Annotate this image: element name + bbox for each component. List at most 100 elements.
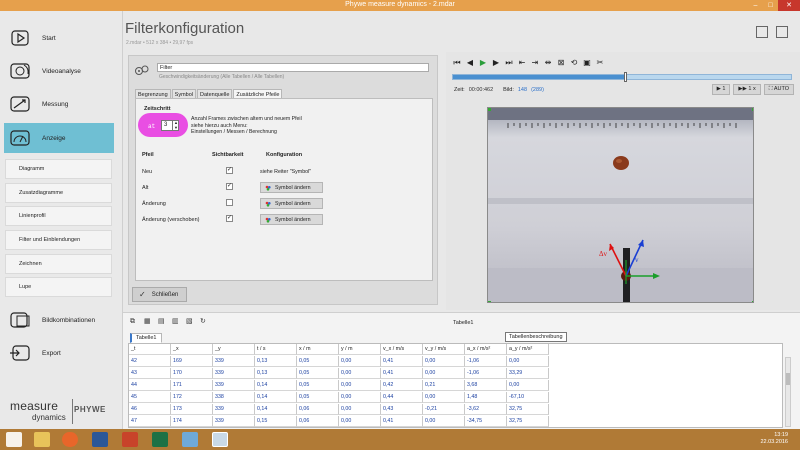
table-cell[interactable]: -67,10	[507, 392, 549, 403]
step-forward-icon[interactable]: ▶	[491, 58, 501, 67]
sidebar-item-messung[interactable]: Messung	[4, 89, 114, 119]
speed-button[interactable]: ▶▶ 1 x	[733, 84, 761, 95]
table-cell[interactable]: 33,29	[507, 368, 549, 379]
table-cell[interactable]: 0,06	[297, 416, 339, 427]
column-header[interactable]: y / m	[339, 344, 381, 355]
table-cell[interactable]: 0,05	[297, 392, 339, 403]
table-cell[interactable]: 0,15	[255, 416, 297, 427]
clear-range-icon[interactable]: ⊠	[556, 58, 566, 67]
table-cell[interactable]: 1,48	[465, 392, 507, 403]
range-icon[interactable]: ⇹	[543, 58, 553, 67]
powerpoint-icon[interactable]	[122, 432, 138, 447]
table-cell[interactable]: 339	[213, 416, 255, 427]
column-header[interactable]: _x	[171, 344, 213, 355]
mark-start-icon[interactable]: ⇤	[517, 58, 527, 67]
tab-zusaetzliche-pfeile[interactable]: Zusätzliche Pfeile	[233, 89, 283, 98]
table-cell[interactable]: 0,42	[381, 380, 423, 391]
close-panel-button[interactable]: ✓ Schließen	[132, 287, 187, 302]
video-frame[interactable]: Δv v	[487, 107, 754, 303]
table-cell[interactable]: 0,41	[381, 416, 423, 427]
subitem-filter-und-einblendungen[interactable]: Filter und Einblendungen	[5, 230, 112, 250]
maximize-button[interactable]: □	[763, 0, 778, 11]
refresh-icon[interactable]: ↻	[200, 318, 209, 326]
table-cell[interactable]: -1,06	[465, 368, 507, 379]
table-row[interactable]: 42 169 339 0,13 0,05 0,00 0,41 0,00 -1,06 0,00	[129, 356, 549, 367]
table-cell[interactable]: 46	[129, 404, 171, 415]
table-cell[interactable]: -1,06	[465, 356, 507, 367]
table-cell[interactable]: 0,00	[423, 416, 465, 427]
subitem-linienprofil[interactable]: Linienprofil	[5, 206, 112, 226]
column-header[interactable]: v_y / m/s	[423, 344, 465, 355]
sidebar-item-export[interactable]: Export	[4, 338, 114, 368]
table-cell[interactable]: 0,14	[255, 392, 297, 403]
table-insert-icon[interactable]: ▤	[158, 318, 167, 326]
close-window-button[interactable]: ✕	[778, 0, 800, 11]
checkbox-neu[interactable]: ✓	[226, 167, 233, 174]
filter-name-input[interactable]: Filter	[157, 63, 429, 72]
data-table[interactable]: _t _x _y t / sx / my / m v_x / m/s v_y / m/s a…	[128, 343, 783, 428]
table-cell[interactable]: 0,14	[255, 404, 297, 415]
table-header-row[interactable]: _t _x _y t / sx / my / m v_x / m/s v_y / m/s a…	[129, 344, 549, 355]
symbol-change-button-alt[interactable]: Symbol ändern	[260, 182, 323, 193]
table-cell[interactable]: 173	[171, 404, 213, 415]
table-cell[interactable]: 44	[129, 380, 171, 391]
tab-symbol[interactable]: Symbol	[171, 89, 197, 98]
minimize-button[interactable]: –	[748, 0, 763, 11]
mark-end-icon[interactable]: ⇥	[530, 58, 540, 67]
table-cell[interactable]: 3,68	[465, 380, 507, 391]
table-cell[interactable]: 0,00	[507, 380, 549, 391]
table-cell[interactable]: 45	[129, 392, 171, 403]
table-columns-icon[interactable]: ▥	[172, 318, 181, 326]
table-cell[interactable]: 0,06	[297, 404, 339, 415]
table-cell[interactable]: 0,14	[255, 380, 297, 391]
table-cell[interactable]: 0,00	[339, 368, 381, 379]
subitem-diagramm[interactable]: Diagramm	[5, 159, 112, 179]
measure-dynamics-icon[interactable]	[212, 432, 228, 447]
word-icon[interactable]	[92, 432, 108, 447]
excel-icon[interactable]	[152, 432, 168, 447]
explorer-icon[interactable]	[34, 432, 50, 447]
table-cell[interactable]: 0,21	[423, 380, 465, 391]
table-cell[interactable]: 42	[129, 356, 171, 367]
symbol-change-button-aenderung-verschoben[interactable]: Symbol ändern	[260, 214, 323, 225]
table-add-column-icon[interactable]: ▦	[144, 318, 153, 326]
table-cell[interactable]: 32,75	[507, 416, 549, 427]
table-cell[interactable]: 0,00	[339, 404, 381, 415]
table-cell[interactable]: 0,43	[381, 404, 423, 415]
table-cell[interactable]: 0,00	[339, 392, 381, 403]
column-header[interactable]: x / m	[297, 344, 339, 355]
table-row[interactable]: 45 172 338 0,14 0,05 0,00 0,44 0,00 1,48 -67,10	[129, 392, 549, 403]
table-scrollbar[interactable]	[785, 357, 791, 427]
tab-tabelle1[interactable]: Tabelle1	[130, 333, 162, 343]
firefox-icon[interactable]	[62, 432, 78, 447]
table-cell[interactable]: 0,13	[255, 356, 297, 367]
table-cell[interactable]: 170	[171, 368, 213, 379]
tab-begrenzung[interactable]: Begrenzung	[135, 89, 171, 98]
subitem-zusatzdiagramme[interactable]: Zusatzdiagramme	[5, 183, 112, 203]
first-frame-icon[interactable]: ⏮	[452, 58, 462, 67]
table-cell[interactable]: 339	[213, 404, 255, 415]
timeline-thumb[interactable]	[624, 72, 628, 82]
tab-datenquelle[interactable]: Datenquelle	[197, 89, 233, 98]
sync-icon[interactable]: ⟲	[569, 58, 579, 67]
table-cell[interactable]: 47	[129, 416, 171, 427]
paint-icon[interactable]	[182, 432, 198, 447]
layout-grid-icon[interactable]	[756, 26, 768, 38]
table-cell[interactable]: 0,44	[381, 392, 423, 403]
layout-window-icon[interactable]	[776, 26, 788, 38]
table-cell[interactable]: 0,05	[297, 368, 339, 379]
table-cell[interactable]: 0,00	[423, 392, 465, 403]
table-cell[interactable]: 0,00	[339, 416, 381, 427]
subitem-lupe[interactable]: Lupe	[5, 277, 112, 297]
snapshot-icon[interactable]: ▣	[582, 58, 592, 67]
table-cell[interactable]: 43	[129, 368, 171, 379]
column-header[interactable]: a_y / m/s²	[507, 344, 549, 355]
sidebar-item-start[interactable]: Start	[4, 23, 114, 53]
zoom-auto-button[interactable]: ⛶ AUTO	[763, 84, 794, 95]
checkbox-aenderung-verschoben[interactable]: ✓	[226, 215, 233, 222]
table-cell[interactable]: 0,13	[255, 368, 297, 379]
column-header[interactable]: t / s	[255, 344, 297, 355]
sidebar-item-videoanalyse[interactable]: Videoanalyse	[4, 56, 114, 86]
checkbox-alt[interactable]: ✓	[226, 183, 233, 190]
table-cell[interactable]: 338	[213, 392, 255, 403]
